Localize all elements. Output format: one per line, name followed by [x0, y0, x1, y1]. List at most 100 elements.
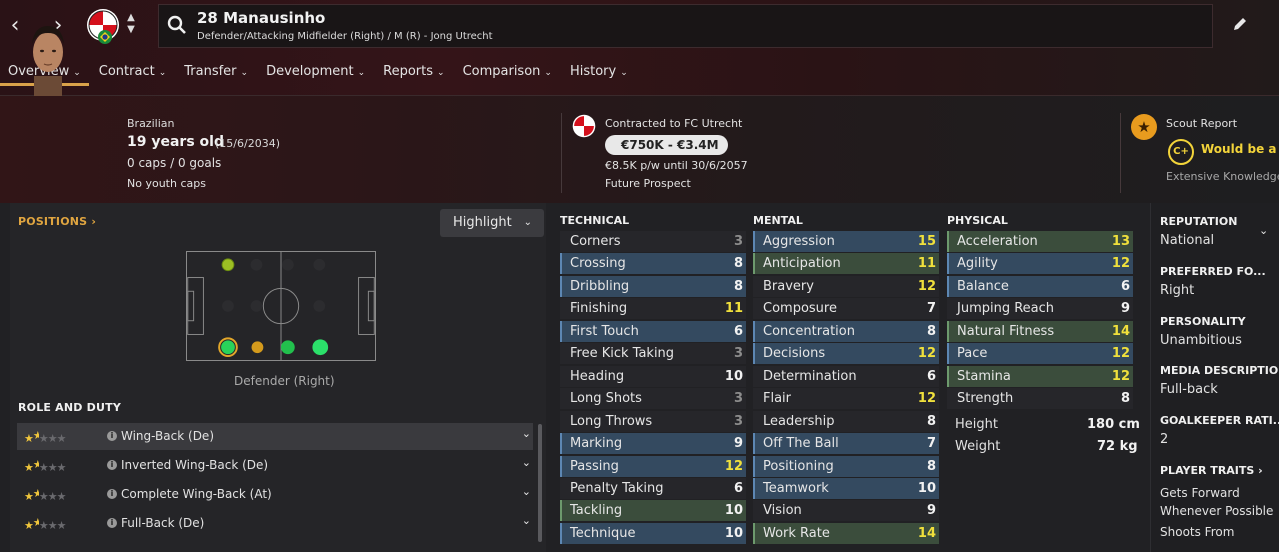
transfer-value[interactable]: €750K - €3.4M	[605, 135, 728, 155]
player-search-box[interactable]: 28 Manausinho Defender/Attacking Midfiel…	[158, 4, 1213, 48]
attribute-row[interactable]: Heading 10	[560, 365, 746, 387]
attribute-row[interactable]: Agility 12	[947, 253, 1133, 275]
divider	[561, 113, 562, 193]
attribute-name: Aggression	[763, 234, 835, 249]
attribute-row[interactable]: Anticipation 11	[753, 253, 939, 275]
attribute-row[interactable]: Determination 6	[753, 365, 939, 387]
attribute-row[interactable]: Bravery 12	[753, 275, 939, 297]
tab-label: History	[569, 64, 617, 79]
attribute-row[interactable]: Off The Ball 7	[753, 433, 939, 455]
attribute-row[interactable]: Teamwork 10	[753, 477, 939, 499]
attribute-row[interactable]: First Touch 6	[560, 320, 746, 342]
attribute-value: 11	[724, 301, 743, 317]
attribute-row[interactable]: Aggression 15	[753, 231, 939, 252]
attribute-row[interactable]: Free Kick Taking 3	[560, 343, 746, 365]
role-row[interactable]: ★★★★★ i Inverted Wing-Back (De) ⌄	[17, 452, 533, 479]
attribute-row[interactable]: Dribbling 8	[560, 275, 746, 297]
attribute-row[interactable]: Flair 12	[753, 388, 939, 410]
attribute-row[interactable]: Concentration 8	[753, 320, 939, 342]
attribute-row[interactable]: Marking 9	[560, 433, 746, 455]
attribute-value: 12	[1111, 256, 1130, 272]
reputation-value: National	[1160, 233, 1215, 248]
chevron-down-icon[interactable]: ⌄	[1259, 224, 1268, 237]
attribute-value: 6	[733, 323, 743, 339]
chevron-down-icon[interactable]: ⌄	[522, 427, 531, 440]
attribute-row[interactable]: Work Rate 14	[753, 522, 939, 544]
role-list-scrollbar[interactable]	[538, 424, 542, 542]
attribute-row[interactable]: Penalty Taking 6	[560, 477, 746, 499]
attribute-row[interactable]: Balance 6	[947, 275, 1133, 297]
player-avatar[interactable]	[20, 18, 76, 96]
chevron-down-icon[interactable]: ⌄	[522, 456, 531, 469]
attribute-row[interactable]: Long Throws 3	[560, 410, 746, 432]
chevron-down-icon[interactable]: ⌄	[522, 485, 531, 498]
player-switch-arrows[interactable]: ▲ ▼	[124, 12, 138, 36]
club-crest-icon[interactable]	[572, 114, 596, 138]
attribute-row[interactable]: Crossing 8	[560, 253, 746, 275]
attribute-row[interactable]: Finishing 11	[560, 298, 746, 320]
scout-verdict[interactable]: Would be a g	[1201, 142, 1279, 156]
attribute-name: Teamwork	[763, 480, 829, 496]
star-rating: ★★★★★	[24, 458, 66, 474]
attribute-row[interactable]: Vision 9	[753, 500, 939, 522]
attribute-row[interactable]: Pace 12	[947, 343, 1133, 365]
header-bar: ‹ › ▲ ▼ 28 Manausinho Defender/Attacking …	[0, 0, 1279, 95]
attribute-value: 12	[917, 346, 936, 362]
tab-contract[interactable]: Contract ⌄	[91, 58, 174, 86]
international-caps: 0 caps / 0 goals	[127, 156, 222, 170]
preferred-foot-value: Right	[1160, 283, 1195, 298]
attribute-value: 8	[926, 413, 936, 429]
player-traits-link[interactable]: PLAYER TRAITS ›	[1160, 464, 1263, 477]
tab-history[interactable]: History ⌄	[562, 58, 636, 86]
chevron-down-icon[interactable]: ⌄	[522, 514, 531, 527]
attribute-name: Jumping Reach	[957, 301, 1055, 317]
scout-knowledge: Extensive Knowledge	[1166, 170, 1279, 183]
info-icon[interactable]: i	[107, 489, 117, 499]
role-label: Complete Wing-Back (At)	[121, 487, 272, 501]
tab-transfer[interactable]: Transfer ⌄	[176, 58, 256, 86]
mental-title: MENTAL	[753, 214, 803, 227]
attribute-value: 10	[724, 525, 743, 541]
contract-club: Contracted to FC Utrecht	[605, 117, 743, 130]
attribute-row[interactable]: Stamina 12	[947, 365, 1133, 387]
attribute-row[interactable]: Jumping Reach 9	[947, 298, 1133, 320]
info-icon[interactable]: i	[107, 431, 117, 441]
tab-comparison[interactable]: Comparison ⌄	[455, 58, 560, 86]
tab-reports[interactable]: Reports ⌄	[375, 58, 452, 86]
chevron-down-icon: ⌄	[437, 68, 445, 78]
attribute-row[interactable]: Acceleration 13	[947, 231, 1133, 252]
highlight-dropdown[interactable]: Highlight ⌄	[440, 209, 544, 237]
attribute-row[interactable]: Tackling 10	[560, 500, 746, 522]
attribute-row[interactable]: Leadership 8	[753, 410, 939, 432]
attribute-row[interactable]: Decisions 12	[753, 343, 939, 365]
attribute-value: 12	[1111, 346, 1130, 362]
attribute-row[interactable]: Passing 12	[560, 455, 746, 477]
attribute-row[interactable]: Corners 3	[560, 231, 746, 252]
transfer-value-label: €750K - €3.4M	[621, 138, 719, 152]
divider	[1120, 113, 1121, 193]
info-icon[interactable]: i	[107, 460, 117, 470]
info-icon[interactable]: i	[107, 518, 117, 528]
attribute-row[interactable]: Technique 10	[560, 522, 746, 544]
weight-label: Weight	[955, 439, 1001, 454]
attribute-name: First Touch	[570, 323, 639, 339]
position-dot-wbr	[251, 341, 264, 354]
search-icon[interactable]	[167, 15, 187, 35]
role-row[interactable]: ★★★★★ i Wing-Back (De) ⌄	[17, 423, 533, 450]
attribute-row[interactable]: Composure 7	[753, 298, 939, 320]
role-row[interactable]: ★★★★★ i Complete Wing-Back (At) ⌄	[17, 481, 533, 508]
attribute-row[interactable]: Long Shots 3	[560, 388, 746, 410]
attribute-name: Penalty Taking	[570, 480, 664, 496]
attribute-row[interactable]: Natural Fitness 14	[947, 320, 1133, 342]
positions-link[interactable]: POSITIONS ›	[18, 215, 96, 228]
height-value: 180 cm	[1087, 417, 1140, 432]
position-dot-d	[312, 339, 329, 356]
attribute-row[interactable]: Positioning 8	[753, 455, 939, 477]
attribute-name: Technique	[570, 525, 636, 541]
attribute-row[interactable]: Strength 8	[947, 388, 1133, 410]
tab-development[interactable]: Development ⌄	[258, 58, 373, 86]
star-icon: ★	[1131, 114, 1157, 140]
position-pitch[interactable]	[186, 251, 376, 361]
role-row[interactable]: ★★★★★ i Full-Back (De) ⌄	[17, 510, 533, 537]
edit-icon[interactable]	[1232, 16, 1248, 32]
